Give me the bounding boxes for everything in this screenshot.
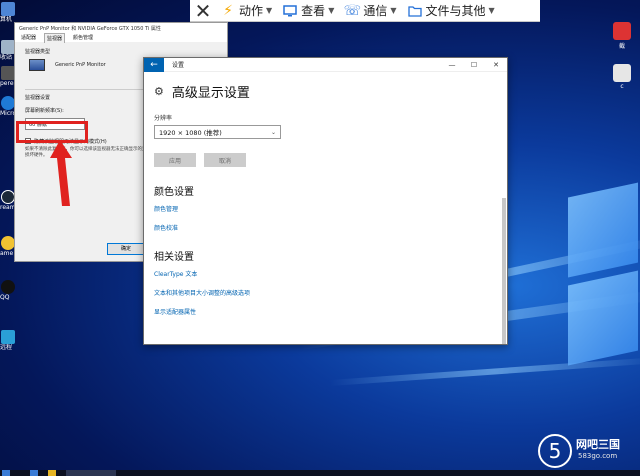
app-icon xyxy=(1,66,15,80)
tab-monitor[interactable]: 监视器 xyxy=(44,32,66,43)
advanced-sizing-link[interactable]: 文本和其他项目大小调整的高级选项 xyxy=(154,288,497,297)
taskbar-app-icon[interactable] xyxy=(48,470,56,476)
related-settings-heading: 相关设置 xyxy=(154,252,194,263)
tab-color-management[interactable]: 颜色管理 xyxy=(71,33,95,42)
cancel-button[interactable]: 取消 xyxy=(204,153,246,167)
steam-icon xyxy=(1,190,15,204)
desktop-icon-label: c xyxy=(620,83,624,90)
desktop-icon-label: 远程 xyxy=(0,344,13,351)
screenshot-icon xyxy=(613,22,631,40)
taskbar-app-icon[interactable] xyxy=(30,470,38,476)
toolbar-label: 动作 xyxy=(239,4,264,18)
color-settings-heading: 颜色设置 xyxy=(154,187,194,198)
watermark-logo-icon: 5 xyxy=(538,434,572,468)
resolution-label: 分辨率 xyxy=(154,115,173,122)
toolbar-view-menu[interactable]: 查看 ▼ xyxy=(282,0,334,22)
remote-toolbar: ✕ ⚡ 动作 ▼ 查看 ▼ ☏ 通信 ▼ 文件与其他 ▼ xyxy=(190,0,540,23)
app-icon xyxy=(613,64,631,82)
game-icon xyxy=(1,236,15,250)
monitor-icon xyxy=(282,3,298,19)
desktop-icon-computer[interactable]: 算机 xyxy=(0,2,18,23)
edge-icon xyxy=(1,96,15,110)
window-title: Generic PnP Monitor 和 NVIDIA GeForce GTX… xyxy=(15,23,227,33)
cleartype-link[interactable]: ClearType 文本 xyxy=(154,269,497,278)
chevron-down-icon: ▼ xyxy=(266,6,273,15)
chevron-down-icon: ▼ xyxy=(390,6,397,15)
taskbar-settings-button[interactable] xyxy=(66,470,116,476)
arrow-annotation xyxy=(50,140,72,206)
close-icon[interactable]: ✕ xyxy=(194,0,212,23)
toolbar-label: 查看 xyxy=(301,4,326,18)
close-button[interactable]: ✕ xyxy=(485,61,507,69)
apply-button[interactable]: 应用 xyxy=(154,153,196,167)
desktop-icon-label: QQ xyxy=(0,294,10,301)
ok-button[interactable]: 确定 xyxy=(107,243,145,255)
watermark-name: 网吧三国 xyxy=(576,438,620,451)
adapter-properties-link[interactable]: 显示适配器属性 xyxy=(154,307,497,316)
back-arrow-icon: ← xyxy=(150,59,158,70)
settings-titlebar: ← 设置 — ☐ ✕ xyxy=(144,57,507,72)
lightning-icon: ⚡ xyxy=(223,2,233,19)
site-watermark: 5 网吧三国 583go.com xyxy=(538,432,638,472)
window-title: 设置 xyxy=(172,62,185,69)
phone-icon: ☏ xyxy=(343,2,362,19)
folder-icon xyxy=(407,3,423,19)
back-button[interactable]: ← xyxy=(144,57,164,72)
chevron-down-icon: ▼ xyxy=(488,6,495,15)
watermark-site: 583go.com xyxy=(578,452,618,460)
toolbar-label: 通信 xyxy=(363,4,388,18)
remote-icon xyxy=(1,330,15,344)
monitor-icon xyxy=(29,59,45,71)
tab-bar: 适配器 监视器 颜色管理 xyxy=(15,32,227,43)
desktop-icon-qq[interactable]: QQ xyxy=(0,280,18,301)
chevron-down-icon: ⌄ xyxy=(270,128,276,136)
page-title: 高级显示设置 xyxy=(171,86,250,101)
desktop-icon-screenshot[interactable]: 截 xyxy=(608,22,636,50)
chevron-down-icon: ▼ xyxy=(328,6,335,15)
minimize-button[interactable]: — xyxy=(441,61,463,69)
toolbar-communication-menu[interactable]: ☏ 通信 ▼ xyxy=(343,0,397,22)
color-calibration-link[interactable]: 颜色校准 xyxy=(154,223,497,232)
maximize-button[interactable]: ☐ xyxy=(463,61,485,69)
monitor-type-label: 监视器类型 xyxy=(25,49,51,55)
toolbar-label: 文件与其他 xyxy=(425,4,486,18)
resolution-value: 1920 × 1080 (推荐) xyxy=(159,129,222,137)
recycle-bin-icon xyxy=(1,40,15,54)
qq-icon xyxy=(1,280,15,294)
computer-icon xyxy=(1,2,15,16)
taskbar xyxy=(0,470,640,476)
desktop-icon-remote[interactable]: 远程 xyxy=(0,330,18,351)
start-icon[interactable] xyxy=(2,470,10,476)
desktop-icon-label: 截 xyxy=(618,43,625,50)
color-management-link[interactable]: 颜色管理 xyxy=(154,204,497,213)
toolbar-action-menu[interactable]: ⚡ 动作 ▼ xyxy=(220,0,272,22)
monitor-name: Generic PnP Monitor xyxy=(55,62,106,68)
resolution-select[interactable]: 1920 × 1080 (推荐) ⌄ xyxy=(154,125,281,139)
gear-icon: ⚙ xyxy=(154,85,164,98)
scrollbar[interactable] xyxy=(502,198,506,344)
settings-window: ← 设置 — ☐ ✕ ⚙ 高级显示设置 分辨率 1920 × 1080 (推荐)… xyxy=(143,57,508,345)
desktop-icon-c[interactable]: c xyxy=(608,64,636,90)
toolbar-files-menu[interactable]: 文件与其他 ▼ xyxy=(407,0,495,22)
tab-adapter[interactable]: 适配器 xyxy=(19,33,38,42)
windows-logo-light xyxy=(548,182,640,380)
